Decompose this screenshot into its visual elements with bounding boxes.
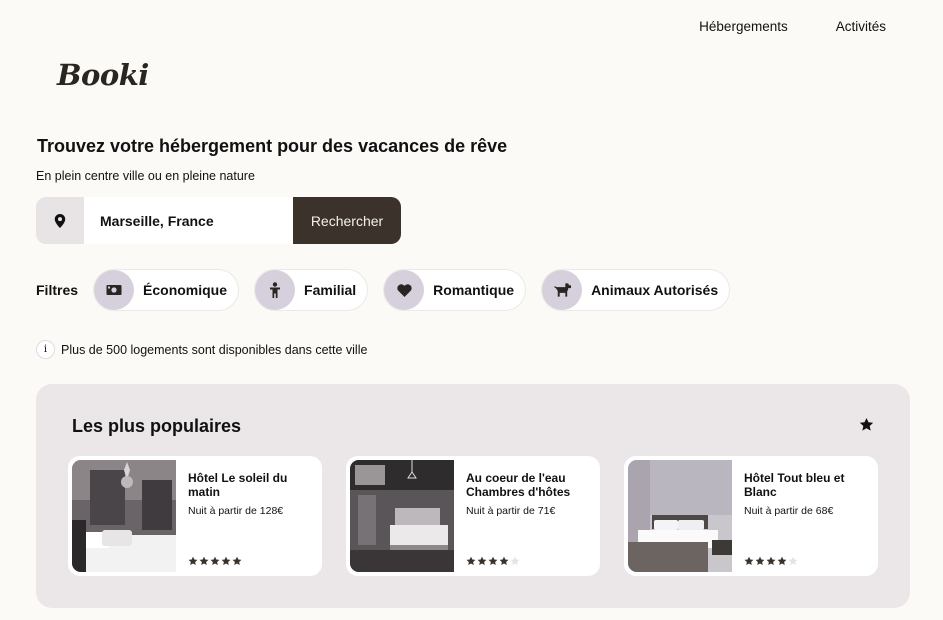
star-filled-icon xyxy=(199,556,209,566)
nav-link-activites[interactable]: Activités xyxy=(836,19,886,34)
star-filled-icon xyxy=(777,556,787,566)
nav-link-hebergements[interactable]: Hébergements xyxy=(699,19,788,34)
rating-stars xyxy=(188,556,242,566)
star-empty-icon xyxy=(510,556,520,566)
hotel-photo xyxy=(628,460,732,572)
hotel-photo xyxy=(350,460,454,572)
search-bar: Rechercher xyxy=(36,197,401,244)
hotel-card[interactable]: Hôtel Tout bleu et Blanc Nuit à partir d… xyxy=(624,456,878,576)
info-icon: i xyxy=(36,340,55,359)
main-nav: Hébergements Activités xyxy=(699,19,886,34)
money-icon xyxy=(94,270,135,310)
rating-stars xyxy=(744,556,798,566)
popular-cards: Hôtel Le soleil du matin Nuit à partir d… xyxy=(68,456,878,576)
search-button[interactable]: Rechercher xyxy=(293,197,401,244)
hotel-photo xyxy=(72,460,176,572)
location-pin-icon xyxy=(36,197,84,244)
filters: Filtres Économique Familial Romantique A… xyxy=(36,269,731,311)
star-filled-icon xyxy=(755,556,765,566)
page-subtitle: En plein centre ville ou en pleine natur… xyxy=(36,169,255,183)
star-filled-icon xyxy=(499,556,509,566)
hotel-name: Au coeur de l'eau Chambres d'hôtes xyxy=(466,471,571,499)
logo[interactable]: Booki xyxy=(57,58,149,92)
filter-economique[interactable]: Économique xyxy=(93,269,240,311)
hotel-card-body: Hôtel Tout bleu et Blanc Nuit à partir d… xyxy=(732,460,878,572)
hotel-name: Hôtel Tout bleu et Blanc xyxy=(744,471,845,499)
info-message: i Plus de 500 logements sont disponibles… xyxy=(36,340,367,359)
filter-label: Animaux Autorisés xyxy=(591,282,719,298)
hotel-price: Nuit à partir de 71€ xyxy=(466,505,556,517)
search-input[interactable] xyxy=(84,197,293,244)
filter-animaux[interactable]: Animaux Autorisés xyxy=(541,269,731,311)
child-icon xyxy=(255,270,296,310)
heart-icon xyxy=(384,270,425,310)
hotel-card-body: Au coeur de l'eau Chambres d'hôtes Nuit … xyxy=(454,460,600,572)
star-empty-icon xyxy=(788,556,798,566)
hotel-price: Nuit à partir de 68€ xyxy=(744,505,834,517)
filter-label: Familial xyxy=(304,282,357,298)
star-filled-icon xyxy=(766,556,776,566)
filters-label: Filtres xyxy=(36,282,79,298)
star-icon xyxy=(859,417,874,431)
hotel-card-body: Hôtel Le soleil du matin Nuit à partir d… xyxy=(176,460,322,572)
star-filled-icon xyxy=(221,556,231,566)
star-filled-icon xyxy=(232,556,242,566)
filter-familial[interactable]: Familial xyxy=(254,269,369,311)
popular-title: Les plus populaires xyxy=(72,416,242,436)
hotel-price: Nuit à partir de 128€ xyxy=(188,505,284,517)
star-filled-icon xyxy=(477,556,487,566)
dog-icon xyxy=(542,270,583,310)
star-filled-icon xyxy=(188,556,198,566)
popular-section: Les plus populaires Hôtel Le soleil du m… xyxy=(36,384,910,608)
hotel-card[interactable]: Au coeur de l'eau Chambres d'hôtes Nuit … xyxy=(346,456,600,576)
filter-label: Romantique xyxy=(433,282,515,298)
page-title: Trouvez votre hébergement pour des vacan… xyxy=(37,136,508,156)
hotel-name: Hôtel Le soleil du matin xyxy=(188,471,288,499)
star-filled-icon xyxy=(744,556,754,566)
filter-label: Économique xyxy=(143,282,228,298)
info-text: Plus de 500 logements sont disponibles d… xyxy=(61,342,368,357)
rating-stars xyxy=(466,556,520,566)
filter-romantique[interactable]: Romantique xyxy=(383,269,527,311)
star-filled-icon xyxy=(488,556,498,566)
star-filled-icon xyxy=(210,556,220,566)
hotel-card[interactable]: Hôtel Le soleil du matin Nuit à partir d… xyxy=(68,456,322,576)
star-filled-icon xyxy=(466,556,476,566)
